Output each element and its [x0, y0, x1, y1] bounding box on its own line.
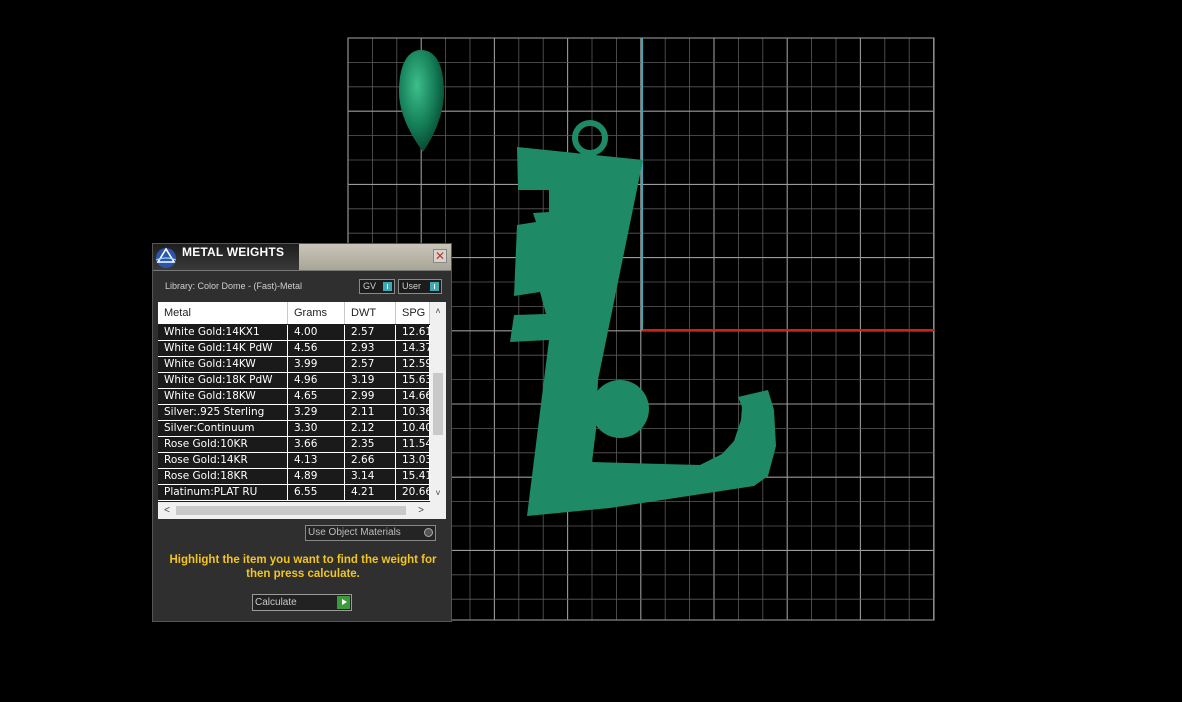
column-header-grams[interactable]: Grams: [288, 302, 345, 324]
cell-grams: 6.55: [288, 485, 345, 500]
cell-metal: Silver:Continuum: [158, 421, 288, 436]
toggle-knob-icon: [383, 282, 392, 291]
scroll-up-icon[interactable]: ˄: [430, 304, 446, 318]
cell-spg: 15.41: [396, 469, 430, 484]
cell-metal: White Gold:14KX1: [158, 325, 288, 340]
use-object-materials-label: Use Object Materials: [308, 527, 401, 538]
cell-grams: 4.65: [288, 389, 345, 404]
scroll-left-icon[interactable]: <: [160, 502, 174, 519]
cell-metal: White Gold:14KW: [158, 357, 288, 372]
table-row[interactable]: Platinum:PLAT RU 6.55 4.21 20.66: [158, 485, 430, 501]
cell-dwt: 2.93: [345, 341, 396, 356]
user-toggle[interactable]: User: [398, 279, 442, 294]
user-toggle-label: User: [402, 281, 422, 291]
cell-grams: 4.00: [288, 325, 345, 340]
instruction-text: Highlight the item you want to find the …: [169, 554, 437, 580]
toggle-knob-icon: [430, 282, 439, 291]
table-row[interactable]: White Gold:14KW 3.99 2.57 12.59: [158, 357, 430, 373]
cell-dwt: 2.11: [345, 405, 396, 420]
calculate-label: Calculate: [255, 597, 297, 608]
pendant-dot: [591, 380, 649, 438]
cell-spg: 12.59: [396, 357, 430, 372]
cell-grams: 4.56: [288, 341, 345, 356]
cell-metal: White Gold:14K PdW: [158, 341, 288, 356]
table-row[interactable]: White Gold:14K PdW 4.56 2.93 14.37: [158, 341, 430, 357]
cell-spg: 10.36: [396, 405, 430, 420]
panel-title: METAL WEIGHTS: [182, 245, 285, 259]
table-row[interactable]: Rose Gold:10KR 3.66 2.35 11.54: [158, 437, 430, 453]
metal-table: Metal Grams DWT SPG White Gold:14KX1 4.00…: [158, 302, 446, 519]
close-button[interactable]: ✕: [433, 249, 447, 263]
cell-grams: 3.99: [288, 357, 345, 372]
vertical-scroll-thumb[interactable]: [433, 373, 443, 435]
table-row[interactable]: Rose Gold:14KR 4.13 2.66 13.03: [158, 453, 430, 469]
cell-dwt: 3.19: [345, 373, 396, 388]
cell-spg: 10.40: [396, 421, 430, 436]
bail-ring-icon[interactable]: [572, 120, 608, 156]
column-header-dwt[interactable]: DWT: [345, 302, 396, 324]
vertical-scrollbar[interactable]: ˄ ˅: [430, 302, 446, 502]
cell-metal: Platinum:PLAT RU: [158, 485, 288, 500]
radio-knob-icon: [424, 528, 433, 537]
table-body: White Gold:14KX1 4.00 2.57 12.61 White Gold:…: [158, 325, 430, 501]
cell-dwt: 4.21: [345, 485, 396, 500]
cell-dwt: 2.35: [345, 437, 396, 452]
cell-dwt: 2.12: [345, 421, 396, 436]
title-tab: METAL WEIGHTS: [153, 244, 299, 270]
scroll-down-icon[interactable]: ˅: [430, 486, 446, 500]
metal-weights-panel: METAL WEIGHTS ✕ Library: Color Dome - (F…: [152, 243, 452, 622]
horizontal-scroll-thumb[interactable]: [176, 506, 406, 515]
table-row[interactable]: Rose Gold:18KR 4.89 3.14 15.41: [158, 469, 430, 485]
column-header-spg[interactable]: SPG: [396, 302, 430, 324]
play-arrow-icon: [337, 596, 350, 609]
cell-metal: White Gold:18K PdW: [158, 373, 288, 388]
cell-spg: 11.54: [396, 437, 430, 452]
scroll-right-icon[interactable]: >: [414, 502, 428, 519]
cell-spg: 13.03: [396, 453, 430, 468]
teardrop-object[interactable]: [399, 50, 444, 152]
cell-spg: 14.37: [396, 341, 430, 356]
cell-spg: 12.61: [396, 325, 430, 340]
cell-dwt: 3.14: [345, 469, 396, 484]
cell-grams: 4.89: [288, 469, 345, 484]
table-row[interactable]: White Gold:18K PdW 4.96 3.19 15.63: [158, 373, 430, 389]
cell-spg: 14.66: [396, 389, 430, 404]
cell-metal: Rose Gold:10KR: [158, 437, 288, 452]
use-object-materials-toggle[interactable]: Use Object Materials: [305, 525, 436, 541]
table-header: Metal Grams DWT SPG: [158, 302, 430, 324]
cell-grams: 4.96: [288, 373, 345, 388]
cell-dwt: 2.99: [345, 389, 396, 404]
cell-metal: Rose Gold:18KR: [158, 469, 288, 484]
cell-metal: White Gold:18KW: [158, 389, 288, 404]
app-logo-icon: [155, 247, 177, 268]
cell-spg: 20.66: [396, 485, 430, 500]
cell-metal: Silver:.925 Sterling: [158, 405, 288, 420]
cell-metal: Rose Gold:14KR: [158, 453, 288, 468]
cell-grams: 3.30: [288, 421, 345, 436]
horizontal-scrollbar[interactable]: < >: [158, 502, 446, 519]
cell-grams: 3.66: [288, 437, 345, 452]
table-row[interactable]: Silver:Continuum 3.30 2.12 10.40: [158, 421, 430, 437]
gv-toggle[interactable]: GV: [359, 279, 395, 294]
panel-titlebar[interactable]: METAL WEIGHTS ✕: [153, 244, 451, 271]
table-row[interactable]: Silver:.925 Sterling 3.29 2.11 10.36: [158, 405, 430, 421]
table-row[interactable]: White Gold:14KX1 4.00 2.57 12.61: [158, 325, 430, 341]
table-row[interactable]: White Gold:18KW 4.65 2.99 14.66: [158, 389, 430, 405]
cell-spg: 15.63: [396, 373, 430, 388]
gv-toggle-label: GV: [363, 281, 377, 291]
cell-grams: 4.13: [288, 453, 345, 468]
cell-grams: 3.29: [288, 405, 345, 420]
library-label: Library: Color Dome - (Fast)-Metal: [165, 281, 303, 291]
cell-dwt: 2.66: [345, 453, 396, 468]
close-icon: ✕: [434, 249, 446, 263]
calculate-button[interactable]: Calculate: [252, 594, 352, 611]
cell-dwt: 2.57: [345, 325, 396, 340]
column-header-metal[interactable]: Metal: [158, 302, 288, 324]
cell-dwt: 2.57: [345, 357, 396, 372]
